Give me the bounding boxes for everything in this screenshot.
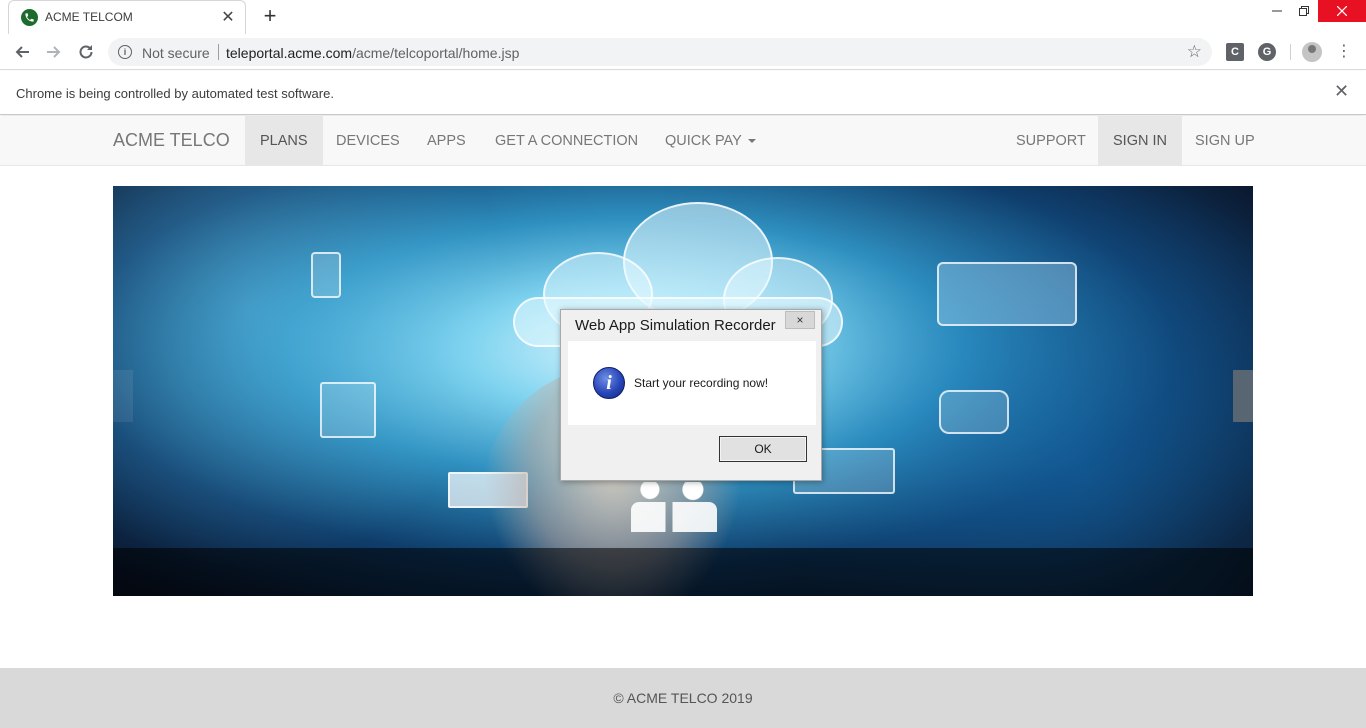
dialog-body: i Start your recording now! — [568, 341, 816, 425]
url-text[interactable]: teleportal.acme.com/acme/telcoportal/hom… — [226, 45, 519, 61]
nav-get-a-connection[interactable]: GET A CONNECTION — [480, 116, 653, 166]
dialog-title: Web App Simulation Recorder — [575, 317, 776, 334]
back-icon[interactable] — [9, 39, 35, 65]
tab-title: ACME TELCOM — [45, 10, 133, 24]
ok-button[interactable]: OK — [719, 436, 807, 462]
nav-sign-up[interactable]: SIGN UP — [1180, 116, 1270, 166]
caret-down-icon — [747, 139, 756, 143]
browser-tab[interactable]: ACME TELCOM ✕ — [8, 0, 246, 34]
omnibox-divider — [218, 44, 219, 60]
tab-close-icon[interactable]: ✕ — [217, 6, 239, 28]
phone-icon — [21, 9, 38, 26]
browser-tab-strip: ACME TELCOM ✕ + — [0, 0, 1366, 34]
automation-infobar: Chrome is being controlled by automated … — [0, 71, 1366, 115]
carousel-prev-control[interactable] — [113, 370, 133, 422]
world-map-graphic — [937, 262, 1077, 326]
bookmark-star-icon[interactable]: ☆ — [1187, 42, 1202, 62]
not-secure-label: Not secure — [142, 45, 210, 61]
phone-graphic — [311, 252, 341, 298]
site-footer: © ACME TELCO 2019 — [0, 668, 1366, 728]
toolbar-divider — [1290, 44, 1291, 60]
extension-g-icon[interactable]: G — [1258, 43, 1276, 61]
extension-c-icon[interactable]: C — [1226, 43, 1244, 61]
chat-bubble-graphic — [939, 390, 1009, 434]
nav-sign-in[interactable]: SIGN IN — [1098, 116, 1182, 166]
dialog-message: Start your recording now! — [634, 376, 769, 390]
information-icon: i — [593, 367, 625, 399]
nav-quick-pay[interactable]: QUICK PAY — [650, 116, 771, 166]
carousel-caption-strip — [113, 548, 1253, 596]
infobar-close-icon[interactable]: ✕ — [1334, 81, 1349, 102]
nav-quick-pay-label: QUICK PAY — [665, 133, 742, 149]
url-path: /acme/telcoportal/home.jsp — [352, 45, 520, 61]
nav-apps[interactable]: APPS — [412, 116, 481, 166]
forward-icon[interactable] — [41, 39, 67, 65]
reload-icon[interactable] — [73, 39, 99, 65]
address-bar[interactable]: i Not secure teleportal.acme.com/acme/te… — [108, 38, 1212, 66]
profile-avatar-icon[interactable] — [1302, 42, 1322, 62]
brand-logo-text[interactable]: ACME TELCO — [113, 130, 230, 151]
footer-copyright: © ACME TELCO 2019 — [613, 690, 753, 706]
infobar-message: Chrome is being controlled by automated … — [16, 86, 334, 101]
browser-toolbar: i Not secure teleportal.acme.com/acme/te… — [0, 34, 1366, 70]
tablet-graphic — [320, 382, 376, 438]
carousel-next-control[interactable] — [1233, 370, 1253, 422]
kebab-menu-icon[interactable]: ⋮ — [1336, 41, 1352, 61]
people-graphic — [631, 482, 717, 532]
recorder-dialog: Web App Simulation Recorder × i Start yo… — [560, 309, 822, 481]
dialog-close-button[interactable]: × — [785, 311, 815, 329]
site-navbar: ACME TELCO PLANS DEVICES APPS GET A CONN… — [0, 116, 1366, 166]
nav-devices[interactable]: DEVICES — [321, 116, 415, 166]
info-icon[interactable]: i — [118, 45, 132, 59]
new-tab-button[interactable]: + — [257, 3, 283, 29]
url-host: teleportal.acme.com — [226, 45, 353, 61]
nav-support[interactable]: SUPPORT — [1001, 116, 1101, 166]
nav-plans[interactable]: PLANS — [245, 116, 323, 166]
window-close-icon[interactable] — [1318, 0, 1366, 22]
